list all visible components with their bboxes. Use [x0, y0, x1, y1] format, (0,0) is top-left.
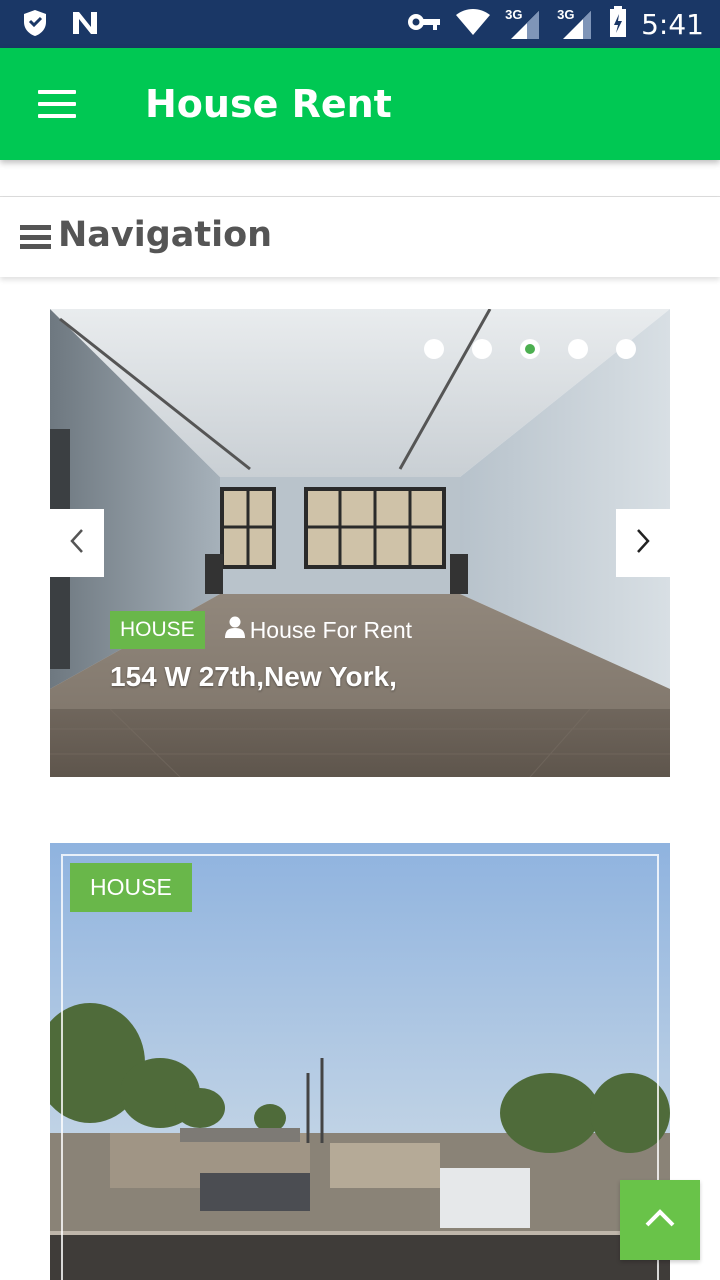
property-slider[interactable]: HOUSE House For Rent 154 W 27th,New York… — [50, 309, 670, 777]
battery-icon — [609, 6, 627, 43]
scroll-top-button[interactable] — [620, 1180, 700, 1260]
header-spacer — [0, 160, 720, 197]
chevron-right-icon — [635, 528, 651, 559]
status-bar: 3G 3G 5:41 — [0, 0, 720, 48]
app-title: House Rent — [145, 82, 392, 126]
signal-icon: 3G — [505, 7, 543, 41]
chevron-left-icon — [69, 528, 85, 559]
slider-dot[interactable] — [616, 339, 636, 359]
wifi-icon — [455, 8, 491, 41]
property-tag[interactable]: HOUSE — [110, 611, 205, 649]
slide-image — [50, 309, 670, 777]
hamburger-menu-icon[interactable] — [38, 90, 76, 118]
slider-dot[interactable] — [472, 339, 492, 359]
slider-prev-button[interactable] — [50, 509, 104, 577]
slider-dot[interactable] — [568, 339, 588, 359]
listing-card[interactable]: HOUSE — [50, 843, 670, 1280]
slider-dot[interactable] — [424, 339, 444, 359]
app-bar: House Rent — [0, 48, 720, 160]
navigation-toggle[interactable]: Navigation — [0, 197, 720, 277]
chevron-up-icon — [644, 1208, 676, 1233]
property-type-label: House For Rent — [249, 616, 413, 643]
slider-next-button[interactable] — [616, 509, 670, 577]
key-icon — [407, 11, 441, 38]
slider-dot-active[interactable] — [520, 339, 540, 359]
property-type: House For Rent — [224, 616, 413, 644]
navigation-label: Navigation — [58, 215, 273, 255]
slide-meta: HOUSE House For Rent — [110, 611, 412, 649]
user-icon — [224, 616, 245, 644]
slider-pagination — [424, 339, 636, 359]
shield-icon — [22, 9, 48, 42]
card-frame — [61, 854, 659, 1280]
n-icon — [70, 9, 100, 42]
property-address[interactable]: 154 W 27th,New York, — [110, 661, 397, 693]
signal-icon: 3G — [557, 7, 595, 41]
listing-tag[interactable]: HOUSE — [70, 863, 192, 912]
bars-icon — [20, 225, 51, 249]
clock: 5:41 — [641, 7, 704, 41]
